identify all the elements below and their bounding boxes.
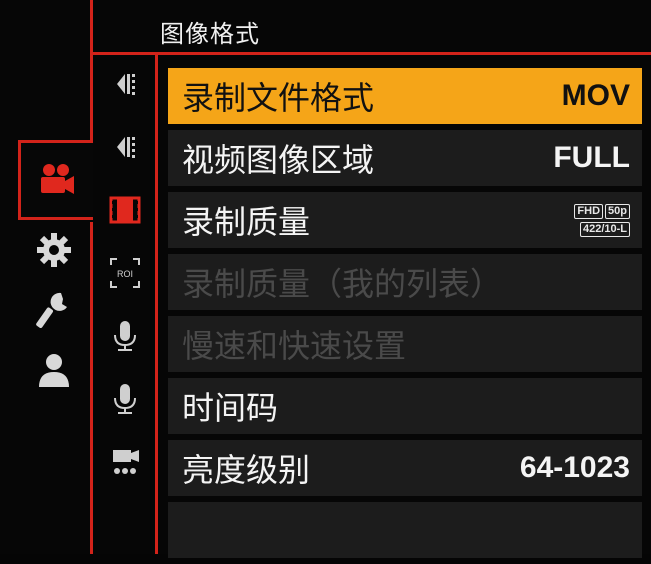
menu-item-empty [168,502,642,558]
page-title: 图像格式 [160,20,260,48]
quality-codec: 422/10-L [579,221,630,237]
tab-my-menu[interactable] [18,340,90,400]
menu-item-value: 64-1023 [519,451,630,484]
frame-divider [155,52,158,554]
frame-divider [90,52,651,55]
image-format-icon-1 [117,73,135,95]
frame-divider [90,0,93,142]
rec-quality-badge: FHD 50p 422/10-L [574,203,630,237]
menu-item-luminance-level[interactable]: 亮度级别 64-1023 [168,440,642,496]
video-camera-icon [41,164,74,194]
image-format-icon-2 [117,136,135,158]
sub-tab-column: ROI [100,52,150,493]
subtab-roi[interactable]: ROI [100,241,150,304]
frame-divider [90,222,93,554]
roi-icon-text: ROI [117,269,133,279]
menu-item-time-code[interactable]: 时间码 [168,378,642,434]
film-strip-icon [109,196,141,223]
wrench-icon [36,292,67,328]
main-tab-column [18,140,93,400]
user-icon [39,354,69,387]
menu-item-label: 录制文件格式 [182,79,375,117]
tab-video[interactable] [18,140,93,220]
subtab-other[interactable] [100,430,150,493]
menu-list: 录制文件格式 MOV 视频图像区域 FULL 录制质量 FHD 50p 422/… [168,68,642,564]
menu-item-rec-file-format[interactable]: 录制文件格式 MOV [168,68,642,124]
menu-item-label: 时间码 [182,389,279,427]
menu-item-value: FULL [553,141,630,174]
menu-item-label: 录制质量 [182,203,311,241]
camera-menu-screen: 图像格式 ROI 录制文件格式 MOV 视频图像区域 FULL 录制质量 FHD… [0,0,651,558]
subtab-audio-2[interactable] [100,367,150,430]
roi-icon: ROI [110,257,140,288]
gear-icon [37,233,71,267]
menu-item-label: 亮度级别 [182,451,311,489]
microphone-icon-2 [114,383,136,414]
tab-custom-settings[interactable] [18,220,90,280]
subtab-1[interactable] [100,52,150,115]
quality-resolution: FHD [574,203,604,219]
menu-item-slow-quick-setting: 慢速和快速设置 [168,316,642,372]
menu-item-value: MOV [561,79,630,112]
menu-item-label: 慢速和快速设置 [182,327,407,365]
menu-item-rec-quality-my-list: 录制质量（我的列表） [168,254,642,310]
quality-framerate: 50p [605,203,630,219]
video-camera-dots-icon [113,449,139,474]
menu-item-rec-quality[interactable]: 录制质量 FHD 50p 422/10-L [168,192,642,248]
subtab-image-format[interactable] [100,178,150,241]
menu-item-label: 录制质量（我的列表） [182,265,503,303]
subtab-2[interactable] [100,115,150,178]
tab-setup[interactable] [18,280,90,340]
microphone-icon-1 [114,320,136,351]
subtab-audio-1[interactable] [100,304,150,367]
menu-item-image-area[interactable]: 视频图像区域 FULL [168,130,642,186]
menu-item-label: 视频图像区域 [182,141,375,179]
